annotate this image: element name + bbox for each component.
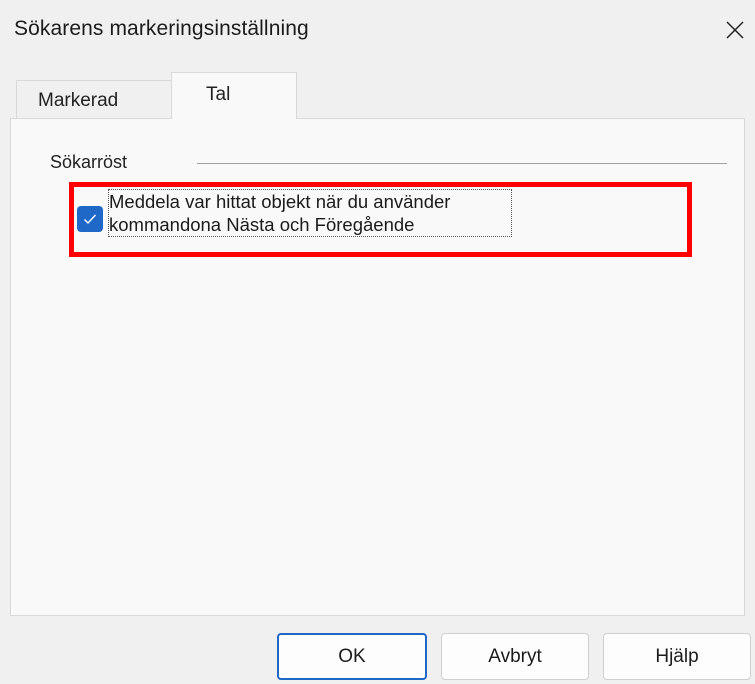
help-button[interactable]: Hjälp xyxy=(603,633,751,680)
tab-tal[interactable]: Tal xyxy=(171,72,297,119)
cancel-button[interactable]: Avbryt xyxy=(441,633,589,680)
close-button[interactable] xyxy=(715,8,755,52)
ok-button[interactable]: OK xyxy=(277,633,427,680)
announce-found-object-label[interactable]: Meddela var hittat objekt när du använde… xyxy=(108,189,512,237)
checkbox-label-line-1: Meddela var hittat objekt när du använde… xyxy=(109,191,451,212)
checkmark-icon xyxy=(84,214,97,225)
tab-markerad[interactable]: Markerad xyxy=(16,80,173,118)
window-title: Sökarens markeringsinställning xyxy=(14,17,309,40)
group-divider xyxy=(197,163,727,164)
checkbox-label-line-2: kommandona Nästa och Föregående xyxy=(109,214,415,235)
title-bar: Sökarens markeringsinställning xyxy=(0,0,755,66)
close-icon xyxy=(726,21,744,39)
group-label-sokarrost: Sökarröst xyxy=(50,152,128,172)
announce-found-object-checkbox[interactable] xyxy=(77,206,103,232)
